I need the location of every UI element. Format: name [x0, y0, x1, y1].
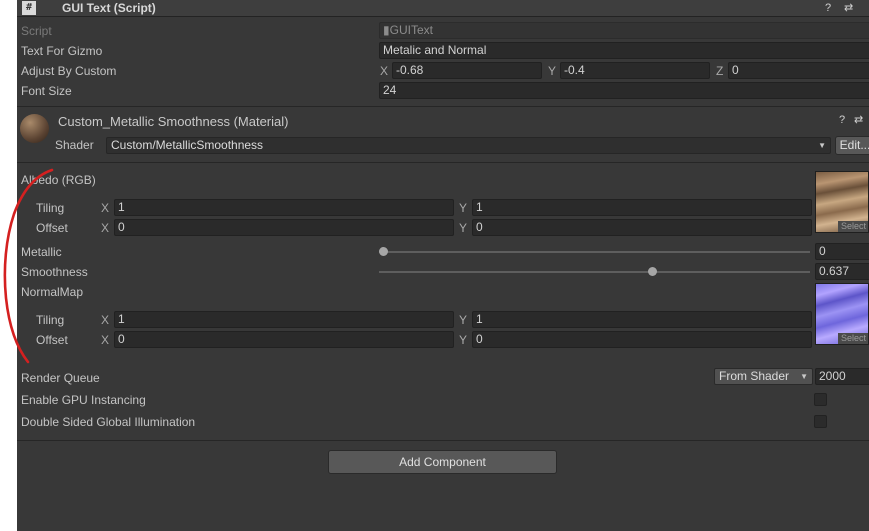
smoothness-slider[interactable] — [379, 262, 810, 282]
gpu-instancing-label: Enable GPU Instancing — [21, 393, 146, 407]
gpu-instancing-checkbox[interactable] — [814, 393, 827, 406]
metallic-value-input[interactable]: 0 — [815, 243, 869, 260]
albedo-offset-label: Offset — [36, 221, 68, 235]
normalmap-offset-label: Offset — [36, 333, 68, 347]
adjust-y-label: Y — [548, 64, 557, 78]
albedo-offset-y-label: Y — [459, 221, 468, 235]
material-sphere-icon — [20, 114, 49, 143]
smoothness-value-input[interactable]: 0.637 — [815, 263, 869, 280]
script-file-icon: ▮ — [383, 23, 390, 37]
adjust-z-label: Z — [716, 64, 724, 78]
shader-value: Custom/MetallicSmoothness — [111, 138, 264, 152]
section-divider — [17, 440, 869, 441]
script-label: Script — [21, 24, 52, 38]
normalmap-tiling-y-label: Y — [459, 313, 468, 327]
smoothness-slider-track — [379, 271, 810, 273]
normalmap-label: NormalMap — [21, 285, 84, 299]
shader-dropdown[interactable]: Custom/MetallicSmoothness ▼ — [106, 137, 831, 154]
adjust-x-label: X — [380, 64, 389, 78]
component-title: GUI Text (Script) — [62, 1, 156, 15]
adjust-y-input[interactable]: -0.4 — [560, 62, 710, 79]
normalmap-tiling-x-label: X — [101, 313, 110, 327]
normalmap-tiling-y-input[interactable]: 1 — [472, 311, 812, 328]
shader-edit-button[interactable]: Edit... — [835, 136, 869, 155]
metallic-slider-thumb[interactable] — [379, 247, 388, 256]
material-title: Custom_Metallic Smoothness (Material) — [58, 114, 289, 129]
section-divider — [17, 162, 869, 163]
metallic-label: Metallic — [21, 245, 62, 259]
smoothness-label: Smoothness — [21, 265, 88, 279]
render-queue-label: Render Queue — [21, 371, 100, 385]
render-queue-value-input[interactable]: 2000 — [815, 368, 869, 385]
albedo-tiling-x-label: X — [101, 201, 110, 215]
text-for-gizmo-label: Text For Gizmo — [21, 44, 103, 58]
material-settings-icon[interactable]: ⇄ — [854, 112, 863, 128]
chevron-down-icon: ▼ — [800, 372, 808, 381]
albedo-offset-x-input[interactable]: 0 — [114, 219, 454, 236]
add-component-button[interactable]: Add Component — [328, 450, 557, 474]
inspector-panel: # GUI Text (Script) ? ⇄ Script ▮GUIText … — [17, 0, 869, 531]
font-size-label: Font Size — [21, 84, 72, 98]
albedo-label: Albedo (RGB) — [21, 173, 96, 187]
shader-label: Shader — [55, 138, 94, 152]
section-divider — [17, 106, 869, 107]
normalmap-offset-x-input[interactable]: 0 — [114, 331, 454, 348]
double-sided-gi-label: Double Sided Global Illumination — [21, 415, 196, 429]
normalmap-offset-y-input[interactable]: 0 — [472, 331, 812, 348]
metallic-slider[interactable] — [379, 242, 810, 262]
normalmap-offset-x-label: X — [101, 333, 110, 347]
smoothness-slider-thumb[interactable] — [648, 267, 657, 276]
albedo-tiling-y-label: Y — [459, 201, 468, 215]
settings-icon[interactable]: ⇄ — [844, 0, 853, 16]
albedo-offset-y-input[interactable]: 0 — [472, 219, 812, 236]
albedo-tiling-x-input[interactable]: 1 — [114, 199, 454, 216]
normalmap-select-label[interactable]: Select — [837, 333, 868, 344]
albedo-select-label[interactable]: Select — [837, 221, 868, 232]
component-header[interactable]: # GUI Text (Script) ? ⇄ — [17, 0, 869, 17]
script-icon: # — [22, 1, 36, 15]
normalmap-texture-slot[interactable]: Select — [815, 283, 869, 345]
text-for-gizmo-input[interactable]: Metalic and Normal — [379, 42, 869, 59]
albedo-offset-x-label: X — [101, 221, 110, 235]
material-help-icon[interactable]: ? — [839, 112, 845, 128]
script-field[interactable]: ▮GUIText — [379, 22, 869, 39]
adjust-z-input[interactable]: 0 — [728, 62, 869, 79]
font-size-input[interactable]: 24 — [379, 82, 869, 99]
normalmap-tiling-x-input[interactable]: 1 — [114, 311, 454, 328]
help-icon[interactable]: ? — [825, 0, 831, 16]
adjust-x-input[interactable]: -0.68 — [392, 62, 542, 79]
script-value: GUIText — [389, 23, 433, 37]
normalmap-tiling-label: Tiling — [36, 313, 65, 327]
metallic-slider-track — [379, 251, 810, 253]
albedo-tiling-label: Tiling — [36, 201, 65, 215]
double-sided-gi-checkbox[interactable] — [814, 415, 827, 428]
render-queue-mode-value: From Shader — [719, 369, 790, 383]
chevron-down-icon: ▼ — [818, 141, 826, 150]
albedo-tiling-y-input[interactable]: 1 — [472, 199, 812, 216]
render-queue-mode-dropdown[interactable]: From Shader ▼ — [714, 368, 813, 385]
normalmap-offset-y-label: Y — [459, 333, 468, 347]
albedo-texture-slot[interactable]: Select — [815, 171, 869, 233]
adjust-by-custom-label: Adjust By Custom — [21, 64, 117, 78]
